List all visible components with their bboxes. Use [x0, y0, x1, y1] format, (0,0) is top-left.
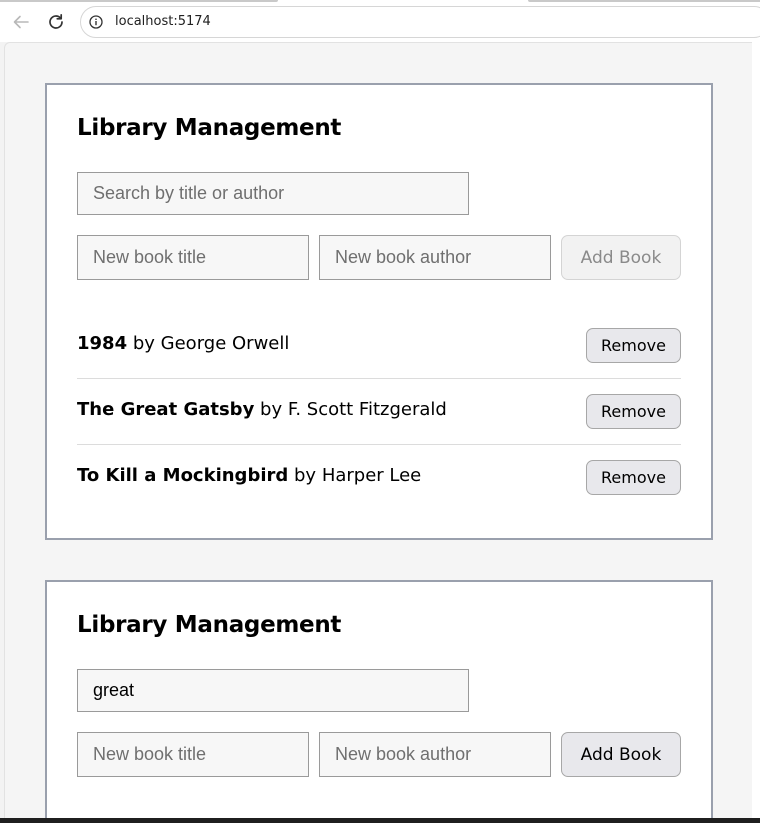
browser-toolbar: localhost:5174 — [0, 0, 760, 42]
add-book-button[interactable]: Add Book — [561, 732, 681, 777]
book-list: 1984 by George Orwell Remove The Great G… — [77, 313, 681, 511]
book-title: To Kill a Mockingbird — [77, 465, 289, 486]
book-title: 1984 — [77, 333, 128, 354]
book-by: by — [294, 465, 317, 486]
scrollbar-track[interactable] — [752, 42, 760, 823]
book-entry: To Kill a Mockingbird by Harper Lee — [77, 465, 421, 486]
remove-button[interactable]: Remove — [586, 328, 681, 363]
book-author: F. Scott Fitzgerald — [287, 399, 447, 420]
new-book-author-input[interactable] — [319, 235, 551, 280]
book-by: by — [260, 399, 283, 420]
tab-edge-left — [0, 0, 278, 2]
page-title: Library Management — [77, 115, 342, 141]
url-text[interactable]: localhost:5174 — [115, 14, 211, 29]
tab-strip — [0, 0, 760, 3]
reload-icon — [49, 13, 63, 29]
arrow-left-icon — [13, 15, 29, 29]
book-row: 1984 by George Orwell Remove — [77, 313, 681, 379]
book-title: The Great Gatsby — [77, 399, 255, 420]
reload-button[interactable] — [43, 9, 69, 35]
book-entry: The Great Gatsby by F. Scott Fitzgerald — [77, 399, 447, 420]
new-book-title-input[interactable] — [77, 732, 309, 777]
info-icon[interactable] — [89, 15, 103, 29]
book-by: by — [132, 333, 155, 354]
search-input[interactable] — [77, 669, 469, 712]
book-row: The Great Gatsby by F. Scott Fitzgerald … — [77, 379, 681, 445]
library-card: Library Management Add Book 1984 by Geor… — [45, 83, 713, 540]
book-author: Harper Lee — [321, 465, 422, 486]
page-viewport: Library Management Add Book 1984 by Geor… — [4, 42, 752, 823]
remove-button[interactable]: Remove — [586, 460, 681, 495]
taskbar-edge — [0, 818, 760, 823]
book-row: To Kill a Mockingbird by Harper Lee Remo… — [77, 445, 681, 511]
new-book-title-input[interactable] — [77, 235, 309, 280]
address-bar[interactable]: localhost:5174 — [80, 6, 760, 38]
book-entry: 1984 by George Orwell — [77, 333, 289, 354]
library-card-filtered: Library Management Add Book — [45, 580, 713, 823]
remove-button[interactable]: Remove — [586, 394, 681, 429]
tab-edge-right — [528, 0, 760, 2]
search-input[interactable] — [77, 172, 469, 215]
page-title: Library Management — [77, 612, 342, 638]
back-button[interactable] — [8, 9, 34, 35]
new-book-author-input[interactable] — [319, 732, 551, 777]
book-author: George Orwell — [160, 333, 290, 354]
add-book-button[interactable]: Add Book — [561, 235, 681, 280]
